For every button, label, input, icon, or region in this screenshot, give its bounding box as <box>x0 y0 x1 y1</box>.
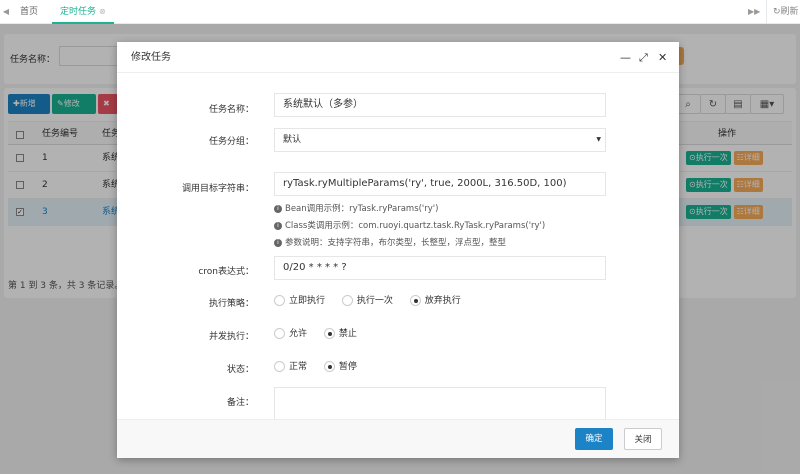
close-icon[interactable]: ✕ <box>658 42 667 73</box>
remark-label: 备注： <box>226 398 254 408</box>
misfire-option-immediate[interactable]: 立即执行 <box>274 294 325 308</box>
chevron-down-icon: ▼ <box>596 136 601 143</box>
refresh-label: 刷新 <box>780 7 799 17</box>
dialog-title: 修改任务 <box>131 52 171 63</box>
radio-checked-icon <box>323 328 335 339</box>
cron-field[interactable]: 0/20 * * * * ? <box>274 256 606 280</box>
tab-home-label: 首页 <box>20 7 39 17</box>
info-icon: i <box>274 221 282 230</box>
misfire-option-label: 执行一次 <box>356 296 393 306</box>
dialog-body: 任务名称： 系统默认（多参） 任务分组： 默认 ▼ 调用目标字符串： ryTask… <box>117 73 679 419</box>
job-group-select[interactable]: 默认 ▼ <box>274 128 606 152</box>
tab-scroll-right-icon[interactable]: ▶▶ <box>748 0 760 24</box>
concurrent-option-label: 禁止 <box>338 329 357 339</box>
info-icon: i <box>274 204 282 213</box>
misfire-label: 执行策略： <box>208 299 254 309</box>
help-class-example: i Class类调用示例：com.ruoyi.quartz.task.RyTask… <box>274 219 545 231</box>
status-label: 状态： <box>226 365 254 375</box>
status-radio-group: 正常 暂停 <box>274 360 371 374</box>
tab-close-icon[interactable]: ⊗ <box>99 7 106 16</box>
cron-value: 0/20 * * * * ? <box>283 262 347 273</box>
info-icon: i <box>274 238 282 247</box>
help-bean-example: i Bean调用示例：ryTask.ryParams('ry') <box>274 202 438 214</box>
misfire-option-abandon[interactable]: 放弃执行 <box>409 294 461 308</box>
invoke-target-value: ryTask.ryMultipleParams('ry', true, 2000… <box>283 178 567 189</box>
radio-icon <box>274 328 285 339</box>
remark-textarea[interactable] <box>274 387 606 419</box>
misfire-option-once[interactable]: 执行一次 <box>341 294 393 308</box>
help-bean-text: Bean调用示例：ryTask.ryParams('ry') <box>285 204 439 214</box>
tab-scheduled-jobs-label: 定时任务 <box>60 7 97 17</box>
tab-home[interactable]: 首页 <box>12 0 46 24</box>
misfire-option-label: 放弃执行 <box>424 296 461 306</box>
concurrent-radio-group: 允许 禁止 <box>274 327 371 341</box>
status-option-label: 正常 <box>289 362 308 372</box>
status-option-normal[interactable]: 正常 <box>274 360 307 374</box>
radio-icon <box>274 295 285 306</box>
job-name-label: 任务名称： <box>208 105 254 115</box>
refresh-tab-button[interactable]: ↻刷新 <box>766 0 800 24</box>
radio-icon <box>274 361 285 372</box>
concurrent-option-allow[interactable]: 允许 <box>274 327 307 341</box>
help-class-text: Class类调用示例：com.ruoyi.quartz.task.RyTask.… <box>285 221 546 231</box>
cron-label: cron表达式： <box>198 267 254 277</box>
concurrent-option-forbid[interactable]: 禁止 <box>323 327 357 341</box>
dialog-header: 修改任务 — ⤢ ✕ <box>117 42 679 73</box>
job-name-field[interactable]: 系统默认（多参） <box>274 93 606 117</box>
misfire-radio-group: 立即执行 执行一次 放弃执行 <box>274 294 475 308</box>
tab-bar: ◀ 首页 定时任务 ⊗ ▶▶ ↻刷新 <box>0 0 800 24</box>
close-button[interactable]: 关闭 <box>624 428 662 450</box>
misfire-option-label: 立即执行 <box>289 296 326 306</box>
concurrent-option-label: 允许 <box>289 329 308 339</box>
dialog-footer: 确定 关闭 <box>117 419 679 458</box>
job-name-value: 系统默认（多参） <box>283 99 363 110</box>
status-option-paused[interactable]: 暂停 <box>323 360 357 374</box>
job-group-label: 任务分组： <box>208 137 254 147</box>
help-param-text: 参数说明：支持字符串，布尔类型，长整型，浮点型，整型 <box>285 238 507 248</box>
edit-job-dialog: 修改任务 — ⤢ ✕ 任务名称： 系统默认（多参） 任务分组： 默认 ▼ 调用目标… <box>117 42 679 458</box>
radio-icon <box>341 295 353 306</box>
invoke-target-label: 调用目标字符串： <box>181 184 254 194</box>
radio-checked-icon <box>409 295 421 306</box>
radio-checked-icon <box>323 361 335 372</box>
help-param-note: i 参数说明：支持字符串，布尔类型，长整型，浮点型，整型 <box>274 236 506 248</box>
minimize-icon[interactable]: — <box>620 42 631 73</box>
confirm-button[interactable]: 确定 <box>575 428 613 450</box>
concurrent-label: 并发执行： <box>208 332 254 342</box>
invoke-target-field[interactable]: ryTask.ryMultipleParams('ry', true, 2000… <box>274 172 606 196</box>
refresh-icon: ↻ <box>773 7 781 17</box>
job-group-value: 默认 <box>283 135 302 145</box>
tab-scheduled-jobs[interactable]: 定时任务 ⊗ <box>52 0 114 24</box>
status-option-label: 暂停 <box>338 362 357 372</box>
maximize-icon[interactable]: ⤢ <box>639 42 648 73</box>
tab-scroll-left-icon[interactable]: ◀ <box>0 0 12 24</box>
